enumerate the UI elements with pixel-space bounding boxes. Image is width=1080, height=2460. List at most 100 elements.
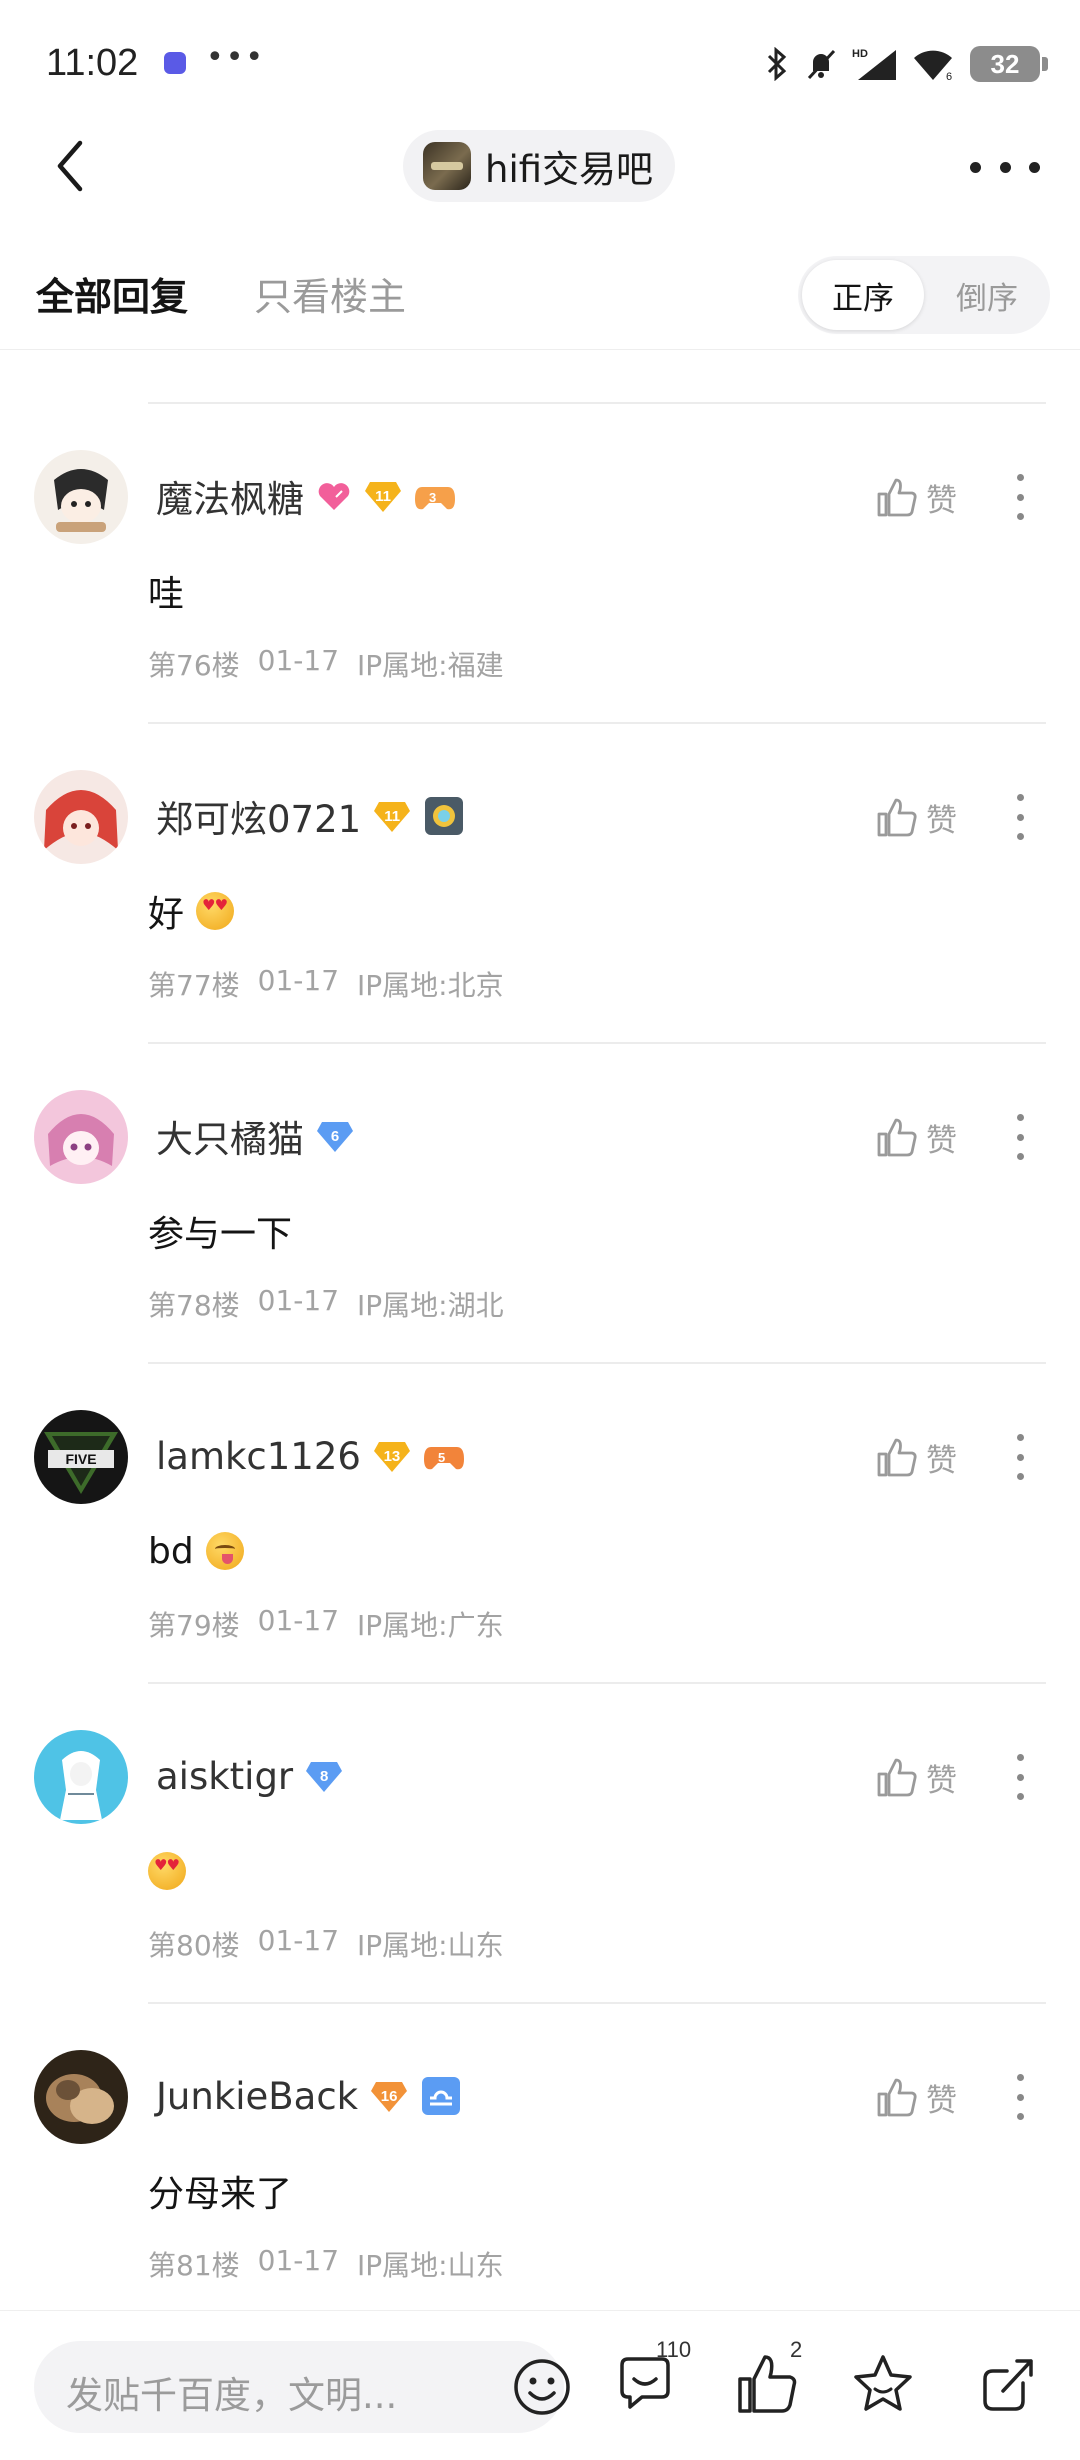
floor-number: 第79楼 — [148, 1609, 240, 1642]
floor-number: 第77楼 — [148, 969, 240, 1002]
avatar-image — [34, 1730, 128, 1824]
avatar-image — [34, 1090, 128, 1184]
ip-location: IP属地:山东 — [357, 1929, 504, 1962]
tab-all-replies[interactable]: 全部回复 — [36, 266, 188, 321]
like-button[interactable]: 赞 — [876, 472, 957, 522]
avatar-image — [34, 2050, 128, 2144]
share-button[interactable] — [975, 2351, 1041, 2417]
battery-icon: 32 — [970, 46, 1048, 82]
post-more-button[interactable] — [1012, 1114, 1028, 1160]
back-arrow-icon — [57, 140, 83, 192]
reply-filter-tabs: 全部回复 只看楼主 正序 倒序 — [0, 240, 1080, 350]
libra-badge-icon — [420, 2076, 462, 2116]
username-row: 魔法枫糖 11 3 — [156, 466, 456, 526]
avatar[interactable] — [34, 770, 128, 864]
back-button[interactable] — [40, 134, 100, 198]
level-number: 16 — [380, 2087, 398, 2105]
username[interactable]: 大只橘猫 — [156, 1109, 304, 1163]
level-badge: 16 — [370, 2078, 408, 2114]
username[interactable]: lamkc1126 — [156, 1435, 361, 1478]
post-text: bd — [148, 1530, 194, 1572]
floor-number: 第76楼 — [148, 649, 240, 682]
gamepad-badge-icon: 3 — [414, 476, 456, 516]
ip-location: IP属地:福建 — [357, 649, 504, 682]
like-label: 赞 — [926, 482, 957, 519]
heart-icon — [318, 483, 350, 510]
post-text: 哇 — [148, 574, 185, 615]
gamepad-badge-icon: 5 — [423, 1436, 465, 1476]
sort-toggle: 正序 倒序 — [798, 256, 1050, 334]
post-content: 好 — [148, 884, 235, 938]
favorite-button[interactable] — [850, 2351, 916, 2417]
username[interactable]: JunkieBack — [156, 2075, 358, 2118]
post-text: 参与一下 — [148, 1214, 293, 1255]
like-button[interactable]: 赞 — [876, 792, 957, 842]
like-button[interactable]: 赞 — [876, 2072, 957, 2122]
emoji-button[interactable] — [512, 2357, 572, 2417]
smiley-icon — [514, 2359, 570, 2415]
like-button[interactable]: 赞 — [876, 1432, 957, 1482]
status-bar: 11:02 ••• HD 6 32 — [0, 0, 1080, 135]
level-number: 13 — [383, 1447, 401, 1465]
post-content: 哇 — [148, 564, 184, 618]
gear-badge-icon — [423, 796, 465, 836]
post-more-button[interactable] — [1012, 2074, 1028, 2120]
list-item: JunkieBack 16 赞 分母来了 第81楼 01-17 IP属地:山东 — [0, 2004, 1080, 2310]
avatar[interactable] — [34, 1730, 128, 1824]
more-notifications-icon: ••• — [206, 40, 266, 75]
username[interactable]: aisktigr — [156, 1755, 293, 1798]
post-more-button[interactable] — [1012, 1434, 1028, 1480]
post-more-button[interactable] — [1012, 1754, 1028, 1800]
status-icons: HD 6 32 — [764, 44, 1048, 84]
post-date: 01-17 — [257, 1284, 340, 1317]
bluetooth-icon — [767, 47, 787, 81]
more-options-button[interactable] — [970, 142, 1040, 192]
svg-text:5: 5 — [438, 1450, 445, 1465]
level-number: 8 — [319, 1767, 329, 1785]
avatar-image: FIVE — [34, 1410, 128, 1504]
ip-location: IP属地:湖北 — [357, 1289, 504, 1322]
username[interactable]: 魔法枫糖 — [156, 469, 304, 523]
comment-count: 110 — [656, 2337, 692, 2362]
like-label: 赞 — [926, 1762, 957, 1799]
post-date: 01-17 — [257, 644, 340, 677]
mute-bell-icon — [807, 49, 836, 80]
level-number: 11 — [384, 807, 401, 825]
forum-avatar — [423, 142, 471, 190]
like-button[interactable]: 赞 — [876, 1112, 957, 1162]
post-meta: 第77楼 01-17 IP属地:北京 — [148, 964, 504, 1004]
username[interactable]: 郑可炫0721 — [156, 789, 361, 843]
post-date: 01-17 — [257, 1924, 340, 1957]
avatar[interactable] — [34, 450, 128, 544]
forum-header-link[interactable]: hifi交易吧 — [403, 130, 676, 202]
avatar[interactable] — [34, 1090, 128, 1184]
reply-list[interactable]: 魔法枫糖 11 3 赞 哇 第76楼 01-17 IP属地:福建 郑可炫0721… — [0, 350, 1080, 2310]
wifi-icon: 6 — [914, 50, 952, 82]
floor-number: 第81楼 — [148, 2249, 240, 2282]
ip-location: IP属地:广东 — [357, 1609, 504, 1642]
level-number: 11 — [375, 487, 391, 505]
heart-eyes-emoji-icon — [196, 892, 235, 930]
thumbs-up-icon — [877, 478, 917, 517]
svg-text:6: 6 — [946, 71, 952, 82]
post-meta: 第80楼 01-17 IP属地:山东 — [148, 1924, 504, 1964]
post-more-button[interactable] — [1012, 794, 1028, 840]
sort-descending-button[interactable]: 倒序 — [928, 260, 1046, 330]
list-item: aisktigr 8 赞 第80楼 01-17 IP属地:山东 — [0, 1684, 1080, 2004]
avatar[interactable] — [34, 2050, 128, 2144]
username-row: 郑可炫0721 11 — [156, 786, 465, 846]
post-meta: 第76楼 01-17 IP属地:福建 — [148, 644, 504, 684]
thumbs-up-icon — [877, 2078, 917, 2117]
thumbs-up-icon — [877, 798, 917, 837]
post-more-button[interactable] — [1012, 474, 1028, 520]
reply-input[interactable]: 发贴千百度，文明... — [34, 2341, 570, 2433]
sort-ascending-button[interactable]: 正序 — [802, 260, 924, 330]
level-badge: 6 — [316, 1118, 354, 1154]
avatar[interactable]: FIVE — [34, 1410, 128, 1504]
post-date: 01-17 — [257, 964, 340, 997]
tab-op-only[interactable]: 只看楼主 — [254, 266, 406, 321]
ip-location: IP属地:山东 — [357, 2249, 504, 2282]
like-button[interactable]: 赞 — [876, 1752, 957, 1802]
level-badge: 11 — [373, 798, 411, 834]
list-item: FIVE lamkc1126 13 5 赞 bd 第79楼 01-17 IP属地… — [0, 1364, 1080, 1684]
